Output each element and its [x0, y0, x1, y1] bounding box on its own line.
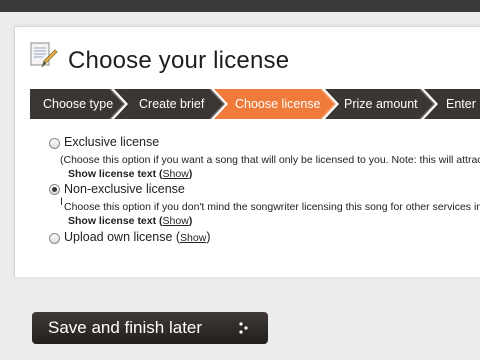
upload-own-show-link[interactable]: Show	[180, 232, 206, 244]
non-exclusive-show-link[interactable]: Show	[163, 215, 189, 227]
step-progress-bar: Choose type Create brief Choose license …	[30, 89, 480, 119]
step-choose-license[interactable]: Choose license	[235, 89, 320, 119]
top-bar	[0, 0, 480, 12]
double-chevron-right-icon	[239, 322, 248, 334]
step-choose-type[interactable]: Choose type	[43, 89, 113, 119]
exclusive-show-license-text-label: Show license text	[68, 168, 157, 180]
upload-own-license-radio[interactable]	[49, 233, 60, 244]
non-exclusive-show-license-text: Show license text (Show)	[68, 215, 193, 227]
exclusive-license-label[interactable]: Exclusive license	[64, 135, 159, 149]
non-exclusive-show-license-text-label: Show license text	[68, 215, 157, 227]
non-exclusive-license-label[interactable]: Non-exclusive license	[64, 182, 185, 196]
step-prize-amount[interactable]: Prize amount	[344, 89, 418, 119]
upload-own-license-label: Upload own license (Show)	[64, 230, 211, 244]
non-exclusive-license-radio[interactable]	[49, 184, 60, 195]
exclusive-license-radio[interactable]	[49, 138, 60, 149]
exclusive-license-description: (Choose this option if you want a song t…	[60, 154, 480, 166]
step-create-brief[interactable]: Create brief	[139, 89, 204, 119]
text-cursor-icon: I	[60, 196, 64, 208]
document-pencil-icon	[30, 42, 58, 68]
step-enter[interactable]: Enter	[446, 89, 476, 119]
non-exclusive-license-description: Choose this option if you don't mind the…	[64, 201, 480, 213]
save-and-finish-later-button[interactable]: Save and finish later	[32, 312, 268, 344]
exclusive-show-license-text: Show license text (Show)	[68, 168, 193, 180]
save-button-label: Save and finish later	[48, 318, 203, 337]
exclusive-show-link[interactable]: Show	[163, 168, 189, 180]
page-title: Choose your license	[68, 47, 290, 74]
upload-own-license-text[interactable]: Upload own license	[64, 230, 172, 244]
